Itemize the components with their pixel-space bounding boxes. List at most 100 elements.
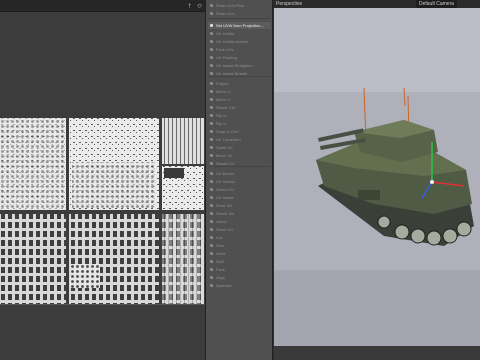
uv-boundary (0, 304, 205, 305)
pin-icon[interactable]: ↑ (185, 1, 194, 10)
uv-tool-icon (210, 130, 213, 133)
menu-item-label: Mirror V (216, 97, 231, 102)
uv-tool-icon (210, 98, 213, 101)
menu-item[interactable]: Weld (208, 250, 271, 257)
menu-item[interactable]: Island (208, 218, 271, 225)
menu-item[interactable]: Snap to Grid (208, 128, 271, 135)
menu-item[interactable]: UV Unfold Archive (208, 38, 271, 45)
uv-tool-icon (210, 212, 213, 215)
viewport-scene[interactable] (274, 8, 480, 360)
menu-item[interactable]: Split (208, 258, 271, 265)
uv-tool-icon (210, 228, 213, 231)
menu-item[interactable]: UV Unfold (208, 30, 271, 37)
menu-item-label: Mirror U (216, 89, 231, 94)
uv-tool-icon (210, 146, 213, 149)
uv-tool-icon (210, 162, 213, 165)
viewport-background (274, 8, 480, 92)
menu-item[interactable]: Grow Sel (208, 202, 271, 209)
menu-item-label: Pack (216, 267, 225, 272)
menu-item[interactable]: Relax UVs Plus (208, 2, 271, 9)
menu-item-label: Reset UV (216, 227, 234, 232)
menu-item[interactable]: UV Island (208, 194, 271, 201)
refresh-icon[interactable]: ○ (195, 1, 204, 10)
viewport-title[interactable]: Perspective (276, 0, 302, 8)
menu-item[interactable]: Mirror U (208, 88, 271, 95)
uv-tool-icon (210, 122, 213, 125)
uv-tool-icon (210, 72, 213, 75)
uv-tool-icon (210, 32, 213, 35)
menu-item-label: Set UVW from Projection... (216, 23, 264, 28)
menu-item-label: Project (216, 81, 229, 86)
uv-tool-icon (210, 64, 213, 67)
menu-item-label: Snap to Grid (216, 129, 239, 134)
menu-item[interactable]: Align (208, 274, 271, 281)
menu-item[interactable]: Sew (208, 242, 271, 249)
uv-tool-icon (210, 252, 213, 255)
menu-item[interactable]: UV Seams (208, 178, 271, 185)
uv-editor-panel: ↑ ○ (0, 0, 205, 360)
tank-model[interactable] (314, 86, 480, 256)
menu-item[interactable]: Rotate UV (208, 160, 271, 167)
uv-tool-icon (210, 56, 213, 59)
viewport-status-bar (274, 346, 480, 360)
uv-canvas[interactable] (0, 12, 205, 360)
menu-item-label: Rotate CW (216, 105, 236, 110)
uv-tool-icon (210, 180, 213, 183)
uv-tools-menu: Relax UVs Plus Relax UVs Set UVW from Proj… (205, 0, 273, 360)
uv-tool-icon (210, 90, 213, 93)
menu-item[interactable]: Reset UV (208, 226, 271, 233)
menu-item[interactable]: Move UV (208, 152, 271, 159)
menu-item[interactable]: UV Island Straighten (208, 62, 271, 69)
uv-tool-icon (210, 220, 213, 223)
menu-item-label: Weld (216, 251, 226, 256)
menu-item[interactable]: UV Border (208, 170, 271, 177)
menu-item[interactable]: Mirror V (208, 96, 271, 103)
menu-item[interactable]: UV Packing (208, 54, 271, 61)
menu-item[interactable]: UV Transform (208, 136, 271, 143)
menu-item-label: UV Packing (216, 55, 237, 60)
uv-tool-icon (210, 114, 213, 117)
menu-item-label: Cut (216, 235, 223, 240)
menu-item[interactable]: Project (208, 80, 271, 87)
uv-tool-icon (210, 12, 213, 15)
menu-item[interactable]: Flip V (208, 120, 271, 127)
uv-tool-icon (210, 154, 213, 157)
menu-item[interactable]: Set UVW from Projection... (208, 22, 271, 29)
menu-item[interactable]: Optimize (208, 282, 271, 289)
menu-item-label: Grow Sel (216, 203, 233, 208)
uv-tool-icon (210, 24, 213, 27)
uv-tool-icon (210, 106, 213, 109)
uv-tool-icon (210, 4, 213, 7)
camera-dropdown[interactable]: Default Camera (416, 0, 458, 8)
menu-item[interactable]: UV Island Stretch (208, 70, 271, 77)
menu-item[interactable]: Select UV (208, 186, 271, 193)
3d-viewport[interactable]: Perspective Default Camera (274, 0, 480, 360)
menu-item[interactable]: Relax UVs (208, 10, 271, 17)
menu-item-label: Move UV (216, 153, 233, 158)
menu-item-label: Sew (216, 243, 224, 248)
menu-item-label: Scale UV (216, 145, 233, 150)
menu-item[interactable]: Pack (208, 266, 271, 273)
uv-tool-icon (210, 276, 213, 279)
menu-item[interactable]: Flip U (208, 112, 271, 119)
menu-separator (208, 18, 271, 19)
uv-tool-icon (210, 138, 213, 141)
menu-item[interactable]: Cut (208, 234, 271, 241)
uv-tool-icon (210, 204, 213, 207)
uv-toolbar: ↑ ○ (0, 0, 205, 12)
viewport-header: Perspective Default Camera (274, 0, 480, 8)
menu-item-label: UV Transform (216, 137, 241, 142)
menu-item-label: UV Unfold (216, 31, 235, 36)
menu-item-label: Shrink Sel (216, 211, 235, 216)
menu-item[interactable]: Shrink Sel (208, 210, 271, 217)
menu-item-label: UV Island (216, 195, 234, 200)
menu-item-label: UV Island Straighten (216, 63, 253, 68)
uv-tool-icon (210, 188, 213, 191)
menu-item[interactable]: Scale UV (208, 144, 271, 151)
menu-item-label: UV Island Stretch (216, 71, 248, 76)
uv-tool-icon (210, 244, 213, 247)
menu-item-label: Relax UVs (216, 11, 235, 16)
menu-item[interactable]: Pack UVs (208, 46, 271, 53)
menu-item[interactable]: Rotate CW (208, 104, 271, 111)
menu-item-label: Relax UVs Plus (216, 3, 244, 8)
